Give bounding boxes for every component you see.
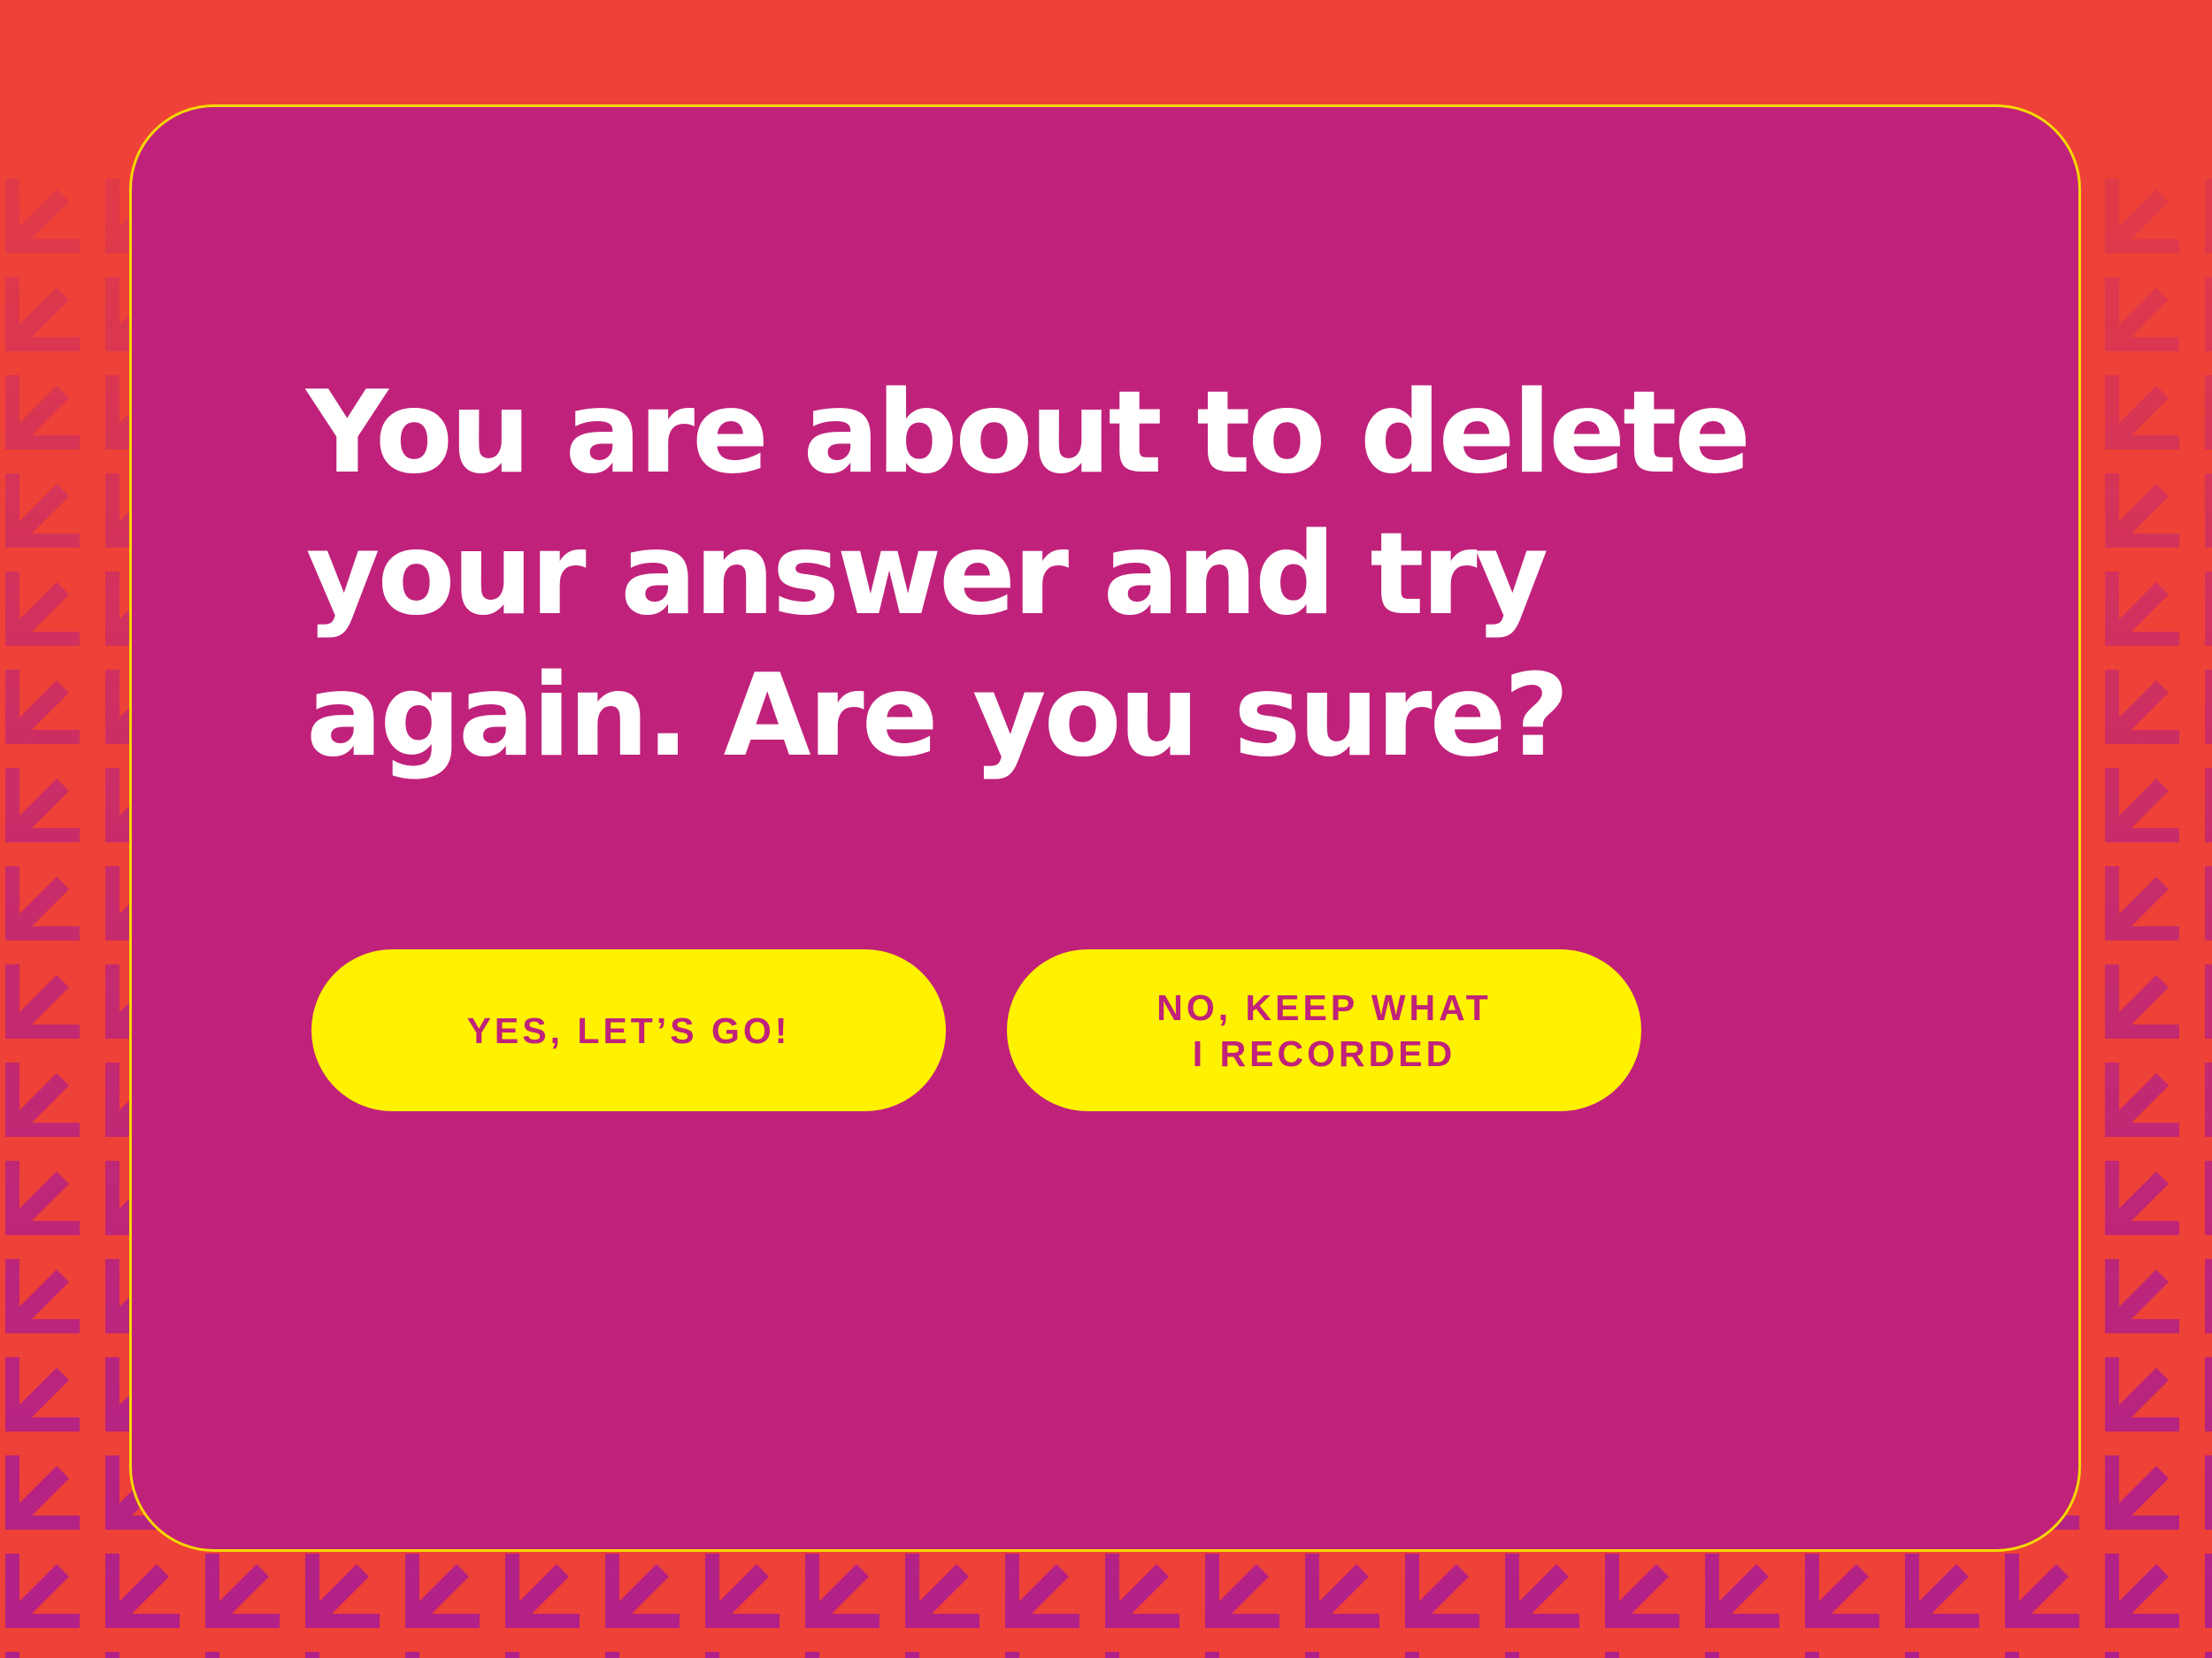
keep-recording-button[interactable]: NO, KEEP WHAT I RECORDED <box>1007 949 1641 1111</box>
confirm-delete-button[interactable]: YES, LET’S GO! <box>311 949 946 1111</box>
dialog-message: You are about to delete your answer and … <box>306 367 1751 782</box>
keep-recording-label-line2: I RECORDED <box>1192 1032 1456 1074</box>
keep-recording-label-line1: NO, KEEP WHAT <box>1156 986 1492 1028</box>
confirm-delete-label: YES, LET’S GO! <box>466 1009 791 1051</box>
confirm-dialog <box>129 104 2081 1552</box>
